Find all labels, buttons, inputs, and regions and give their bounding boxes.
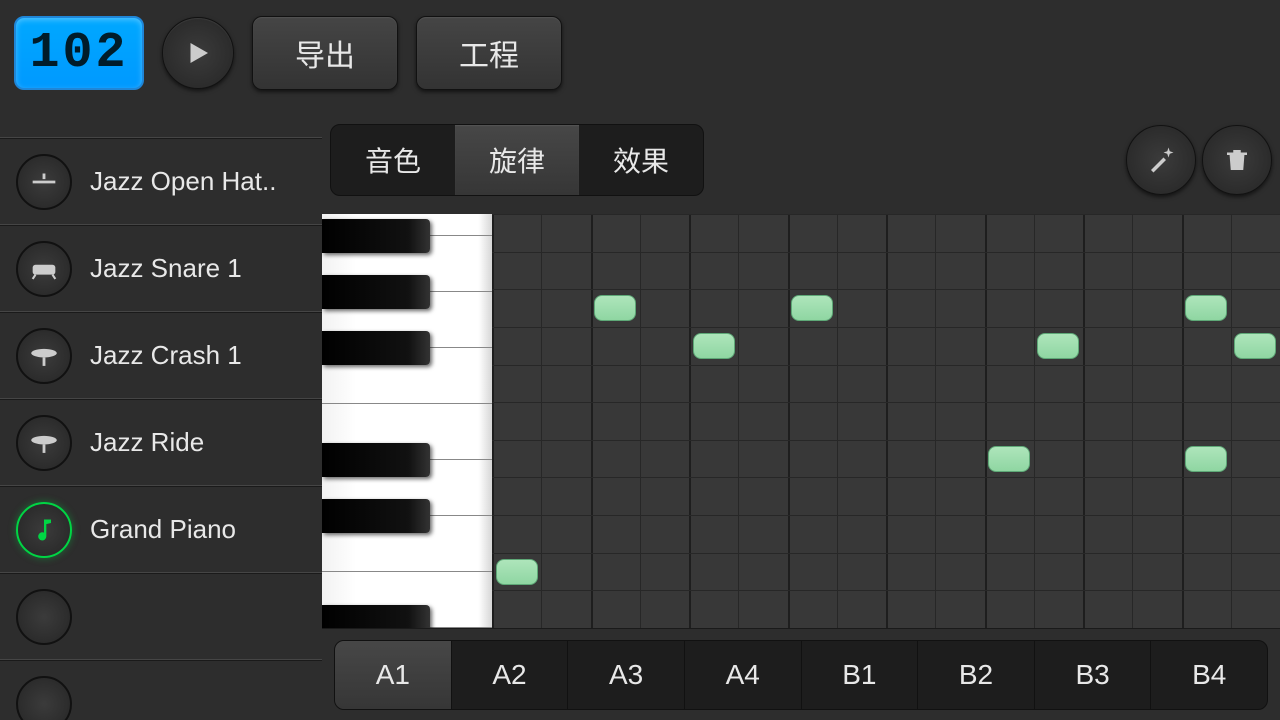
note[interactable] [496, 559, 538, 585]
track-item-empty[interactable] [0, 573, 322, 660]
trash-icon [1222, 145, 1252, 175]
track-label: Jazz Crash 1 [90, 340, 242, 371]
track-label: Jazz Ride [90, 427, 204, 458]
delete-button[interactable] [1202, 125, 1272, 195]
track-partial [0, 106, 322, 138]
pattern-b1[interactable]: B1 [802, 641, 919, 709]
track-label: Grand Piano [90, 514, 236, 545]
empty-slot-icon[interactable] [16, 676, 72, 720]
play-icon [183, 38, 213, 68]
note-icon[interactable] [16, 502, 72, 558]
pattern-group: A1A2A3A4B1B2B3B4 [334, 640, 1268, 710]
magic-button[interactable] [1126, 125, 1196, 195]
snare-icon[interactable] [16, 241, 72, 297]
track-item[interactable]: Jazz Snare 1 [0, 225, 322, 312]
track-item[interactable]: Jazz Ride [0, 399, 322, 486]
magic-wand-icon [1146, 145, 1176, 175]
note[interactable] [791, 295, 833, 321]
note[interactable] [1234, 333, 1276, 359]
note[interactable] [1185, 446, 1227, 472]
pattern-b4[interactable]: B4 [1151, 641, 1267, 709]
track-item[interactable]: Jazz Open Hat.. [0, 138, 322, 225]
note[interactable] [988, 446, 1030, 472]
project-button[interactable]: 工程 [416, 16, 562, 90]
track-label: Jazz Open Hat.. [90, 166, 276, 197]
note-grid[interactable] [492, 214, 1280, 628]
tab-fx[interactable]: 效果 [579, 125, 703, 195]
track-item[interactable]: Grand Piano [0, 486, 322, 573]
note[interactable] [693, 333, 735, 359]
note[interactable] [1037, 333, 1079, 359]
track-list: Jazz Open Hat.. Jazz Snare 1 Jazz Crash … [0, 106, 322, 720]
ride-icon[interactable] [16, 415, 72, 471]
note[interactable] [1185, 295, 1227, 321]
editor-tabgroup: 音色 旋律 效果 [330, 124, 704, 196]
tempo-display[interactable]: 102 [14, 16, 144, 90]
pattern-a4[interactable]: A4 [685, 641, 802, 709]
empty-slot-icon[interactable] [16, 589, 72, 645]
pattern-a1[interactable]: A1 [335, 641, 452, 709]
export-button[interactable]: 导出 [252, 16, 398, 90]
track-label: Jazz Snare 1 [90, 253, 242, 284]
play-button[interactable] [162, 17, 234, 89]
pattern-b3[interactable]: B3 [1035, 641, 1152, 709]
tab-melody[interactable]: 旋律 [455, 125, 579, 195]
track-item-empty[interactable] [0, 660, 322, 720]
pattern-b2[interactable]: B2 [918, 641, 1035, 709]
hihat-icon[interactable] [16, 154, 72, 210]
pattern-a3[interactable]: A3 [568, 641, 685, 709]
piano-keys[interactable] [322, 214, 492, 628]
pattern-a2[interactable]: A2 [452, 641, 569, 709]
note[interactable] [594, 295, 636, 321]
tab-tone[interactable]: 音色 [331, 125, 455, 195]
crash-icon[interactable] [16, 328, 72, 384]
track-item[interactable]: Jazz Crash 1 [0, 312, 322, 399]
